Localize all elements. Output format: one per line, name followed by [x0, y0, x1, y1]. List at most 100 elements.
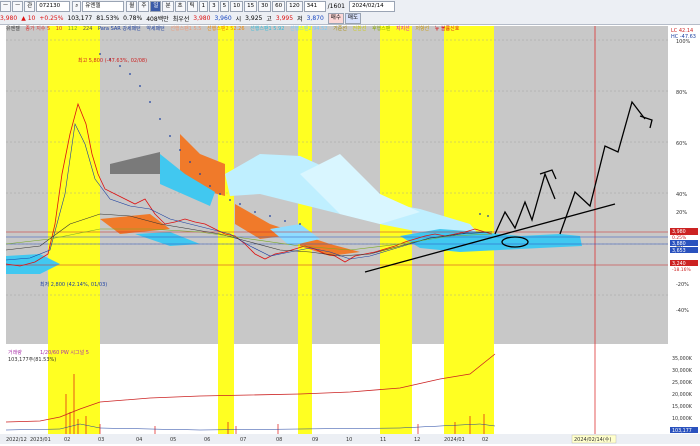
svg-text:11: 11: [380, 437, 386, 443]
interval-10[interactable]: 10: [230, 0, 244, 12]
toolbar-row-1: ㅡ ㅡ 관 072130 ⌕ 유엔젤 월 주 일 분 초 틱 1 3 5 10 …: [0, 0, 700, 12]
legend-item: 112: [67, 26, 78, 32]
stock-name-field[interactable]: 유엔젤: [82, 0, 125, 12]
priority-label: 최우선: [172, 15, 190, 23]
svg-text:-40%: -40%: [676, 308, 689, 314]
legend-item: 후행스팬: [371, 26, 391, 32]
legend-item: 지지선: [395, 26, 410, 32]
indicator-legend: 유엔젤 종가 지수 5 10 112 224 Para SAR 강세패턴 약세패…: [6, 25, 566, 32]
legend-item: 선행스팬1 5.5: [170, 26, 202, 32]
low-label: 저: [297, 15, 303, 23]
mode-button-2[interactable]: ㅡ: [12, 0, 24, 12]
legend-item: 뉴 볼륨신호: [434, 26, 460, 32]
svg-text:35,000K: 35,000K: [672, 356, 693, 362]
svg-text:20,000K: 20,000K: [672, 392, 693, 398]
open-value: 3,925: [245, 14, 263, 22]
interval-30[interactable]: 30: [258, 0, 272, 12]
bid-price: 3,960: [214, 14, 232, 22]
volume-legend-value: 103,177주(81.53%): [8, 357, 56, 363]
volume-ratio: 81.53%: [96, 14, 120, 22]
svg-text:80%: 80%: [676, 90, 687, 96]
volume-value: 103,177: [67, 14, 93, 22]
interval-15[interactable]: 15: [244, 0, 258, 12]
svg-text:-20%: -20%: [676, 282, 689, 288]
svg-text:60%: 60%: [676, 141, 687, 147]
period-second[interactable]: 초: [174, 0, 186, 12]
svg-text:3,240: 3,240: [672, 261, 686, 267]
legend-item: 전환선: [352, 26, 367, 32]
toolbar-row-2: 3,980 ▲ 10 +0.25% 103,177 81.53% 0.78% 4…: [0, 12, 700, 24]
svg-text:07: 07: [240, 437, 246, 443]
high-label: 고: [266, 15, 272, 23]
svg-text:02: 02: [64, 437, 70, 443]
mode-button-3[interactable]: 관: [24, 0, 36, 12]
svg-text:10: 10: [346, 437, 352, 443]
svg-text:2024/02/14(수): 2024/02/14(수): [574, 437, 611, 443]
svg-text:30,000K: 30,000K: [672, 368, 693, 374]
interval-5[interactable]: 5: [219, 0, 230, 12]
legend-item: 10: [55, 26, 63, 32]
high-value: 3,995: [275, 14, 294, 22]
legend-item: 유엔젤: [6, 26, 20, 32]
svg-text:10,000K: 10,000K: [672, 416, 693, 422]
low-value: 3,870: [306, 14, 324, 22]
svg-text:103,177: 103,177: [672, 428, 692, 434]
svg-text:09: 09: [312, 437, 318, 443]
price-chart-svg: 최고 5,800 (-47.63%, 02/08) 최저 2,800 (42.1…: [0, 26, 700, 444]
interval-60[interactable]: 60: [272, 0, 286, 12]
ask-price: 3,980: [193, 14, 211, 22]
legend-item: 선행스팬1 5.92: [250, 26, 285, 32]
legend-item: 선행스팬2 52.26: [207, 26, 245, 32]
high-annotation: 최고 5,800 (-47.63%, 02/08): [78, 57, 147, 64]
legend-item: 약세패턴: [146, 26, 165, 32]
price-change: ▲ 10: [21, 14, 36, 22]
price-change-pct: +0.25%: [39, 14, 64, 22]
count-input[interactable]: 341: [303, 0, 326, 12]
trade-amount: 408백만: [146, 15, 169, 23]
buy-button[interactable]: 매수: [327, 12, 344, 24]
svg-text:2022/12: 2022/12: [6, 437, 27, 443]
svg-text:15,000K: 15,000K: [672, 404, 693, 410]
period-minute[interactable]: 분: [162, 0, 174, 12]
sell-button[interactable]: 매도: [344, 12, 362, 24]
svg-text:40%: 40%: [676, 192, 687, 198]
stock-code-input[interactable]: 072130: [36, 0, 71, 12]
legend-item: 선행스팬2 94.52: [290, 26, 328, 32]
period-month[interactable]: 월: [126, 0, 138, 12]
open-label: 시: [235, 15, 242, 23]
svg-text:03: 03: [98, 437, 104, 443]
legend-item: 기준선: [333, 26, 347, 32]
svg-text:08: 08: [276, 437, 282, 443]
volume-legend-ma: 1/20/60 PW 시그널 5: [40, 349, 89, 356]
volume-plot-bg: [6, 346, 668, 434]
svg-text:-18.16%: -18.16%: [672, 267, 692, 273]
interval-1[interactable]: 1: [198, 0, 209, 12]
legend-item: 종가 지수 5: [25, 26, 51, 32]
svg-text:05: 05: [170, 437, 176, 443]
interval-3[interactable]: 3: [209, 0, 219, 12]
svg-text:25,000K: 25,000K: [672, 380, 693, 386]
period-tick[interactable]: 틱: [186, 0, 198, 12]
turnover: 0.78%: [123, 14, 143, 22]
count-total: /1601: [327, 2, 345, 10]
legend-item: Para SAR 강세패턴: [98, 26, 141, 32]
chart-area[interactable]: 최고 5,800 (-47.63%, 02/08) 최저 2,800 (42.1…: [0, 24, 700, 444]
search-icon[interactable]: ⌕: [72, 0, 82, 12]
interval-120[interactable]: 120: [286, 0, 303, 12]
svg-text:3,980: 3,980: [672, 229, 686, 235]
period-week[interactable]: 주: [138, 0, 150, 12]
date-input[interactable]: 2024/02/14: [348, 0, 395, 12]
svg-text:3,653: 3,653: [672, 248, 686, 254]
legend-item: 저항선: [415, 26, 430, 32]
svg-text:100%: 100%: [676, 39, 691, 45]
current-price: 3,980: [0, 14, 18, 22]
volume-legend-title: 거래량: [8, 349, 22, 356]
svg-text:02: 02: [482, 437, 488, 443]
svg-text:06: 06: [204, 437, 210, 443]
low-annotation: 최저 2,800 (42.14%, 01/03): [40, 281, 107, 288]
mode-button-1[interactable]: ㅡ: [0, 0, 12, 12]
period-day[interactable]: 일: [150, 0, 162, 12]
right-axis: LC 42.14 HC -47.63 100% 80% 60% 40% 20% …: [670, 28, 698, 434]
legend-item: 224: [82, 26, 93, 32]
svg-text:04: 04: [136, 437, 142, 443]
